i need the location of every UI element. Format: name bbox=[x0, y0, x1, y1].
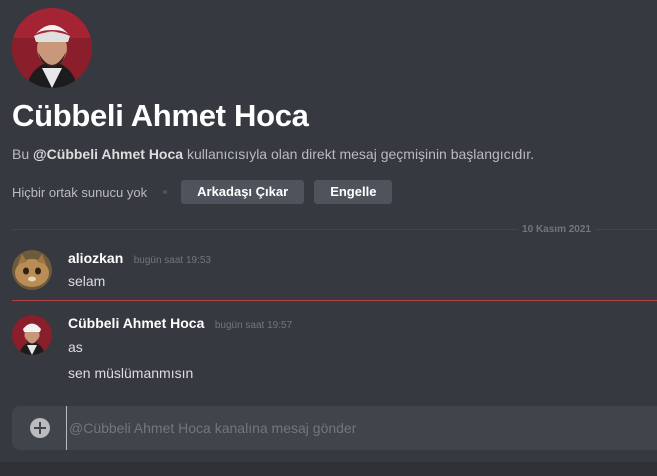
message-timestamp: bugün saat 19:53 bbox=[133, 255, 211, 266]
message: Cübbeli Ahmet Hoca bugün saat 19:57 as s… bbox=[12, 315, 657, 385]
bottom-band bbox=[0, 462, 657, 476]
dm-start-description: Bu @Cübbeli Ahmet Hoca kullanıcısıyla ol… bbox=[12, 146, 534, 162]
message-input[interactable] bbox=[66, 406, 636, 450]
separator-dot bbox=[163, 190, 168, 194]
date-divider: 10 Kasım 2021 bbox=[12, 222, 657, 236]
new-messages-divider bbox=[12, 300, 657, 301]
page-title: Cübbeli Ahmet Hoca bbox=[12, 98, 309, 133]
message-author[interactable]: aliozkan bbox=[68, 250, 123, 266]
avatar[interactable] bbox=[12, 250, 52, 290]
user-mention[interactable]: @Cübbeli Ahmet Hoca bbox=[33, 146, 183, 162]
mutual-servers-text: Hiçbir ortak sunucu yok bbox=[12, 184, 148, 200]
message-header: Cübbeli Ahmet Hoca bugün saat 19:57 bbox=[68, 315, 292, 333]
message-content: as bbox=[68, 339, 83, 355]
remove-friend-button[interactable]: Arkadaşı Çıkar bbox=[181, 180, 305, 204]
message-header: aliozkan bugün saat 19:53 bbox=[68, 250, 211, 268]
date-divider-line bbox=[595, 228, 657, 230]
description-prefix: Bu bbox=[12, 146, 34, 162]
profile-avatar bbox=[12, 8, 92, 88]
message-timestamp: bugün saat 19:57 bbox=[214, 320, 293, 331]
plus-circle-icon[interactable] bbox=[30, 418, 50, 438]
message-author[interactable]: Cübbeli Ahmet Hoca bbox=[68, 315, 204, 331]
block-button[interactable]: Engelle bbox=[314, 180, 393, 204]
message-content: sen müslümanmısın bbox=[68, 365, 194, 381]
date-divider-line bbox=[12, 228, 519, 230]
profile-actions-row: Hiçbir ortak sunucu yok Arkadaşı Çıkar E… bbox=[12, 180, 402, 204]
message-content: selam bbox=[68, 273, 106, 289]
date-divider-label: 10 Kasım 2021 bbox=[522, 223, 591, 235]
message: aliozkan bugün saat 19:53 selam bbox=[12, 250, 657, 294]
description-suffix: kullanıcısıyla olan direkt mesaj geçmişi… bbox=[183, 146, 535, 162]
message-composer bbox=[12, 406, 657, 450]
avatar[interactable] bbox=[12, 315, 52, 355]
